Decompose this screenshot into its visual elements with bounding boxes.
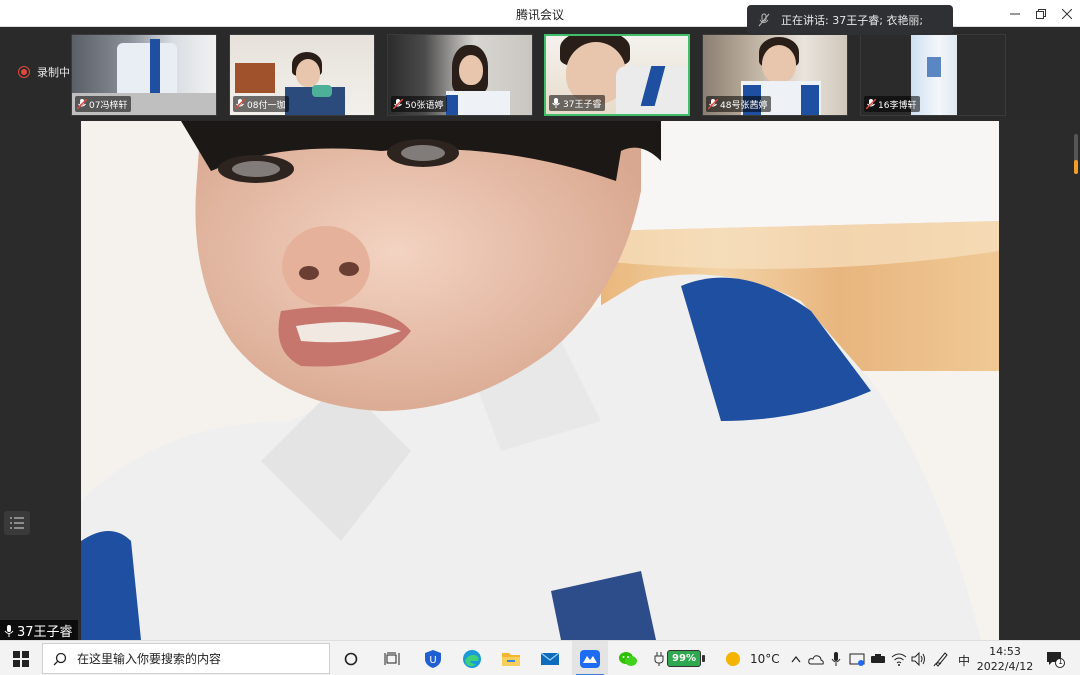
search-icon bbox=[53, 652, 67, 665]
mic-on-icon bbox=[552, 98, 560, 108]
record-icon bbox=[18, 66, 30, 78]
mic-muted-icon bbox=[77, 99, 87, 109]
mic-on-icon bbox=[4, 624, 14, 637]
taskbar-app-edge[interactable] bbox=[458, 641, 486, 675]
mic-muted-icon bbox=[708, 99, 718, 109]
participant-name: 48号张茜婷 bbox=[720, 100, 768, 111]
participant-name-tag: 50张语婷 bbox=[391, 96, 448, 112]
participant-name: 16李博轩 bbox=[878, 100, 917, 111]
list-icon bbox=[10, 517, 24, 529]
windows-logo-icon bbox=[13, 650, 29, 667]
task-view-button[interactable] bbox=[378, 641, 406, 675]
participant-name-tag: 37王子睿 bbox=[549, 95, 606, 111]
speaker-video-frame bbox=[81, 121, 999, 640]
participant-name: 50张语婷 bbox=[405, 100, 444, 111]
participant-name: 08付一珈 bbox=[247, 100, 286, 111]
start-button[interactable] bbox=[6, 641, 36, 675]
battery-indicator[interactable]: 99% bbox=[667, 650, 705, 667]
notification-count: 1 bbox=[1058, 657, 1064, 666]
participant-tile-active[interactable]: 37王子睿 bbox=[544, 34, 690, 116]
clock-date: 2022/4/12 bbox=[976, 660, 1034, 673]
weather-temperature[interactable]: 10°C bbox=[750, 652, 780, 666]
left-gutter bbox=[0, 121, 81, 640]
participant-name-tag: 48号张茜婷 bbox=[706, 96, 772, 112]
system-clock[interactable]: 14:53 2022/4/12 bbox=[975, 644, 1035, 674]
taskbar-app-security[interactable]: U bbox=[419, 641, 447, 675]
speaking-text: 正在讲话: 37王子睿; 衣艳丽; bbox=[781, 14, 924, 27]
tray-pen[interactable] bbox=[932, 641, 950, 675]
speaker-name-tag: 37王子睿 bbox=[0, 620, 78, 640]
screen-share-icon bbox=[849, 653, 865, 666]
taskbar-app-tencent-meeting[interactable] bbox=[572, 641, 608, 675]
participant-name-tag: 08付一珈 bbox=[233, 96, 290, 112]
member-list-button[interactable] bbox=[4, 511, 30, 535]
speaking-indicator: 正在讲话: 37王子睿; 衣艳丽; bbox=[747, 5, 953, 35]
tray-overflow-button[interactable] bbox=[788, 641, 804, 675]
recording-indicator[interactable]: 录制中 bbox=[18, 64, 70, 80]
power-plug-icon bbox=[654, 651, 664, 666]
tray-volume[interactable] bbox=[910, 641, 928, 675]
search-placeholder: 在这里输入你要搜索的内容 bbox=[77, 652, 222, 666]
microphone-icon bbox=[831, 651, 841, 666]
close-icon bbox=[1062, 8, 1072, 19]
notification-center-button[interactable]: 1 bbox=[1040, 641, 1070, 675]
minimize-icon bbox=[1010, 13, 1020, 14]
speaker-name: 37王子睿 bbox=[17, 624, 73, 640]
mic-muted-icon bbox=[758, 13, 770, 27]
taskbar-search[interactable]: 在这里输入你要搜索的内容 bbox=[42, 643, 330, 674]
cloud-icon bbox=[808, 654, 824, 664]
tencent-meeting-icon bbox=[580, 649, 600, 668]
strip-scrollbar[interactable] bbox=[1074, 134, 1078, 174]
participant-tile[interactable]: 07冯梓轩 bbox=[71, 34, 217, 116]
participant-tile[interactable]: 48号张茜婷 bbox=[702, 34, 848, 116]
mic-muted-icon bbox=[866, 99, 876, 109]
taskbar: 在这里输入你要搜索的内容 U 99% 10°C 中 14:53 2022/4/1… bbox=[0, 640, 1080, 675]
restore-icon bbox=[1036, 8, 1046, 19]
device-icon bbox=[871, 653, 885, 663]
taskbar-app-explorer[interactable] bbox=[497, 641, 525, 675]
cortana-button[interactable] bbox=[337, 641, 365, 675]
participant-name-tag: 16李博轩 bbox=[864, 96, 921, 112]
participant-tile[interactable]: 50张语婷 bbox=[387, 34, 533, 116]
right-gutter bbox=[999, 121, 1080, 640]
shield-icon: U bbox=[425, 649, 441, 668]
wechat-icon bbox=[619, 651, 637, 666]
close-button[interactable] bbox=[1052, 0, 1080, 27]
tray-microphone[interactable] bbox=[828, 641, 844, 675]
tray-device[interactable] bbox=[869, 641, 887, 675]
clock-time: 14:53 bbox=[989, 645, 1021, 658]
participant-tile[interactable]: 08付一珈 bbox=[229, 34, 375, 116]
pen-icon bbox=[933, 651, 948, 667]
svg-text:U: U bbox=[429, 655, 436, 666]
taskbar-app-wechat[interactable] bbox=[614, 641, 642, 675]
mic-muted-icon bbox=[393, 99, 403, 109]
recording-label: 录制中 bbox=[37, 66, 70, 79]
task-view-icon bbox=[384, 652, 400, 665]
tray-onedrive[interactable] bbox=[807, 641, 825, 675]
participant-strip: 录制中 07冯梓轩 08付一珈 50张语婷 37王子睿 48号张茜婷 16李博轩 bbox=[0, 27, 1080, 121]
input-method-indicator[interactable]: 中 bbox=[958, 652, 970, 669]
participant-name: 37王子睿 bbox=[563, 99, 602, 110]
tray-wifi[interactable] bbox=[890, 641, 908, 675]
main-video bbox=[81, 121, 999, 640]
power-plug-indicator[interactable] bbox=[652, 641, 666, 675]
cortana-icon bbox=[344, 652, 358, 665]
tray-screen-share[interactable] bbox=[848, 641, 866, 675]
sun-icon bbox=[726, 651, 740, 666]
folder-icon bbox=[502, 652, 520, 666]
mic-muted-icon bbox=[235, 99, 245, 109]
chevron-up-icon bbox=[791, 655, 801, 662]
taskbar-app-mail[interactable] bbox=[536, 641, 564, 675]
participant-name: 07冯梓轩 bbox=[89, 100, 128, 111]
edge-browser-icon bbox=[463, 649, 481, 668]
speaker-volume-icon bbox=[911, 651, 925, 666]
participant-tile[interactable]: 16李博轩 bbox=[860, 34, 1006, 116]
weather-icon-button[interactable] bbox=[724, 641, 742, 675]
wifi-icon bbox=[891, 653, 907, 666]
participant-name-tag: 07冯梓轩 bbox=[75, 96, 132, 112]
mail-icon bbox=[540, 652, 560, 665]
battery-percent: 99% bbox=[672, 653, 696, 664]
